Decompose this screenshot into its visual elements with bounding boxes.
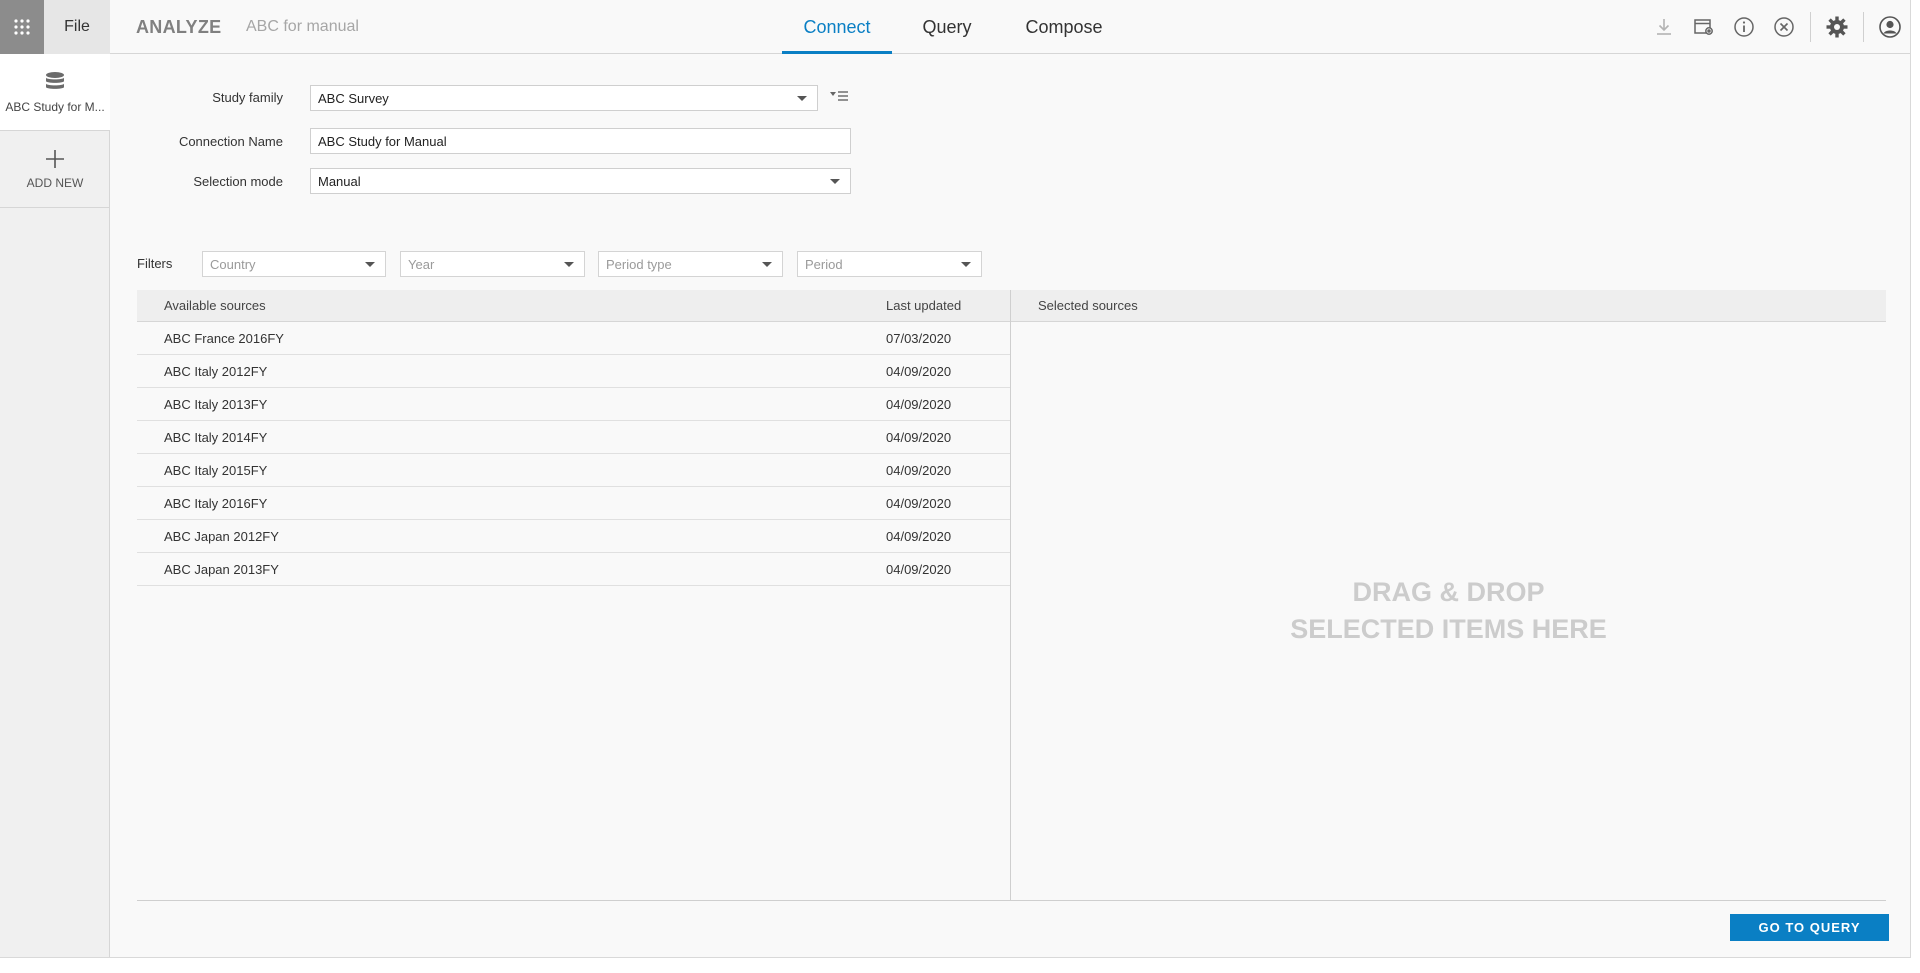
settings-button[interactable] <box>1817 0 1857 54</box>
available-sources-title: Available sources <box>164 298 266 313</box>
period-filter[interactable]: Period <box>797 251 982 277</box>
footer-divider <box>137 900 1886 901</box>
available-sources-header: Available sources Last updated <box>137 290 1010 322</box>
source-name: ABC Italy 2015FY <box>164 463 268 478</box>
source-row[interactable]: ABC Italy 2012FY 04/09/2020 <box>137 355 1010 388</box>
selection-mode-value: Manual <box>318 173 361 189</box>
main-tabs: Connect Query Compose <box>782 0 1126 54</box>
add-new-label: ADD NEW <box>26 176 84 190</box>
source-name: ABC France 2016FY <box>164 331 284 346</box>
source-name: ABC Japan 2012FY <box>164 529 279 544</box>
source-row[interactable]: ABC Italy 2013FY 04/09/2020 <box>137 388 1010 421</box>
chevron-down-icon <box>365 262 375 267</box>
go-to-query-button[interactable]: GO TO QUERY <box>1730 914 1889 941</box>
selected-sources-header: Selected sources <box>1011 290 1886 322</box>
source-date: 04/09/2020 <box>886 430 952 445</box>
source-name: ABC Italy 2013FY <box>164 397 268 412</box>
chevron-down-icon <box>797 96 807 101</box>
top-bar: File ANALYZE ABC for manual Connect Quer… <box>0 0 1910 54</box>
source-date: 04/09/2020 <box>886 529 952 544</box>
source-name: ABC Italy 2014FY <box>164 430 268 445</box>
period-type-filter[interactable]: Period type <box>598 251 783 277</box>
country-filter-placeholder: Country <box>210 256 256 272</box>
dropzone-hint: DRAG & DROP SELECTED ITEMS HERE <box>1290 577 1607 644</box>
close-project-button[interactable] <box>1764 0 1804 54</box>
source-date: 04/09/2020 <box>886 562 952 577</box>
connections-rail: ABC Study for M... ADD NEW <box>0 54 110 957</box>
app-brand: ANALYZE <box>136 17 222 37</box>
period-filter-placeholder: Period <box>805 256 843 272</box>
period-type-filter-placeholder: Period type <box>606 256 672 272</box>
file-menu-button[interactable]: File <box>44 0 110 54</box>
download-icon <box>1657 19 1671 35</box>
plus-icon <box>46 150 64 168</box>
connection-name-value: ABC Study for Manual <box>318 133 447 149</box>
last-updated-column[interactable]: Last updated <box>886 298 961 313</box>
source-date: 04/09/2020 <box>886 397 952 412</box>
project-name: ABC for manual <box>246 18 359 35</box>
apps-menu-button[interactable] <box>0 0 44 54</box>
filters-label: Filters <box>137 256 173 271</box>
source-name: ABC Italy 2012FY <box>164 364 268 379</box>
selection-mode-label: Selection mode <box>193 174 283 189</box>
toolbar-icons <box>1644 0 1910 54</box>
chevron-down-icon <box>564 262 574 267</box>
connection-name-label: Connection Name <box>178 134 283 149</box>
folder-settings-icon <box>1694 19 1713 35</box>
source-date: 04/09/2020 <box>886 463 952 478</box>
source-date: 04/09/2020 <box>886 496 952 511</box>
info-icon <box>1734 17 1754 37</box>
gear-icon <box>1826 16 1848 38</box>
connection-name-input[interactable]: ABC Study for Manual <box>310 128 851 154</box>
grid-icon <box>14 19 30 35</box>
data-settings-button[interactable] <box>1684 0 1724 54</box>
year-filter-placeholder: Year <box>408 256 435 272</box>
tab-compose[interactable]: Compose <box>1002 0 1126 54</box>
info-button[interactable] <box>1724 0 1764 54</box>
source-name: ABC Italy 2016FY <box>164 496 268 511</box>
year-filter[interactable]: Year <box>400 251 585 277</box>
country-filter[interactable]: Country <box>202 251 386 277</box>
study-family-value: ABC Survey <box>318 90 389 106</box>
source-date: 07/03/2020 <box>886 331 952 346</box>
available-sources-list: ABC France 2016FY 07/03/2020 ABC Italy 2… <box>137 322 1010 586</box>
selected-sources-title: Selected sources <box>1038 298 1138 313</box>
close-circle-icon <box>1774 17 1794 37</box>
toolbar-divider <box>1810 12 1811 42</box>
source-date: 04/09/2020 <box>886 364 952 379</box>
tab-query[interactable]: Query <box>892 0 1002 54</box>
selected-sources-dropzone[interactable]: DRAG & DROP SELECTED ITEMS HERE <box>1011 322 1886 900</box>
source-row[interactable]: ABC Italy 2015FY 04/09/2020 <box>137 454 1010 487</box>
download-button[interactable] <box>1644 0 1684 54</box>
study-family-label: Study family <box>212 90 283 105</box>
chevron-down-icon <box>961 262 971 267</box>
chevron-down-icon <box>762 262 772 267</box>
source-name: ABC Japan 2013FY <box>164 562 279 577</box>
user-icon <box>1879 16 1901 38</box>
source-row[interactable]: ABC France 2016FY 07/03/2020 <box>137 322 1010 355</box>
selection-mode-select[interactable]: Manual <box>310 168 851 194</box>
app-window: File ANALYZE ABC for manual Connect Quer… <box>0 0 1911 958</box>
study-family-select[interactable]: ABC Survey <box>310 85 818 111</box>
database-icon <box>46 72 64 89</box>
source-row[interactable]: ABC Japan 2012FY 04/09/2020 <box>137 520 1010 553</box>
tab-connect[interactable]: Connect <box>782 0 892 54</box>
source-row[interactable]: ABC Japan 2013FY 04/09/2020 <box>137 553 1010 586</box>
toolbar-divider <box>1863 12 1864 42</box>
source-row[interactable]: ABC Italy 2014FY 04/09/2020 <box>137 421 1010 454</box>
user-account-button[interactable] <box>1870 0 1910 54</box>
filter-list-icon <box>830 91 848 101</box>
chevron-down-icon <box>830 179 840 184</box>
source-row[interactable]: ABC Italy 2016FY 04/09/2020 <box>137 487 1010 520</box>
filter-list-button[interactable] <box>828 87 852 105</box>
